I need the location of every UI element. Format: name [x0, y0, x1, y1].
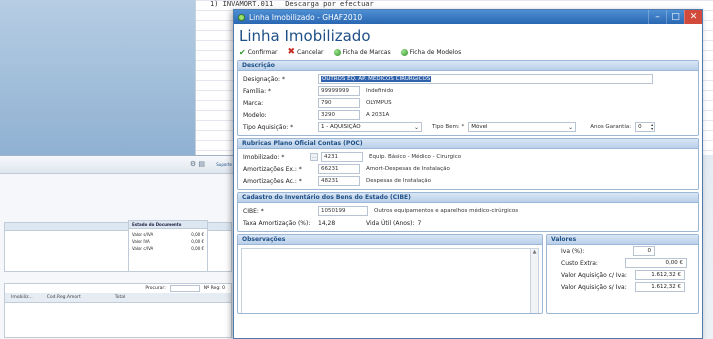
family-input[interactable]: 99999999: [318, 86, 360, 96]
value-without-vat-label: Valor Aquisição s/ Iva:: [561, 283, 627, 291]
background-status-row: Valor c/IVA 0,00 €: [132, 246, 204, 251]
notes-textarea[interactable]: ▲: [241, 248, 539, 313]
background-grid-bottom: Procurar: Nº Reg: 0 Imobiliz... Cod.Reg.…: [4, 283, 232, 338]
page-title: Linha Imobilizado: [239, 27, 371, 45]
depreciation-rate-value: 14,28: [318, 219, 336, 227]
amort-ex-label: Amortizações Ex.: *: [243, 165, 302, 173]
maximize-button[interactable]: □: [666, 10, 684, 24]
background-search-input[interactable]: [169, 285, 200, 292]
scroll-up-icon[interactable]: ▲: [531, 249, 538, 255]
value-with-vat-input[interactable]: 1.612,32 €: [635, 270, 685, 280]
acquisition-type-label: Tipo Aquisição: *: [243, 123, 294, 131]
extra-cost-input[interactable]: 0,00 €: [625, 258, 687, 268]
useful-life-label: Vida Útil (Anos):: [366, 219, 415, 227]
background-support-link[interactable]: Suporte: [216, 162, 232, 167]
background-search-extra: Nº Reg: 0: [203, 286, 225, 291]
background-col-3: Total: [114, 295, 126, 300]
amort-ac-input[interactable]: 48231: [318, 176, 360, 186]
background-toolbar-icons[interactable]: ⚙ ▤: [190, 160, 205, 168]
linha-imobilizado-dialog: Linha Imobilizado - GHAF2010 – □ ✕ Linha…: [233, 9, 703, 339]
brand-label: Marca:: [243, 99, 264, 107]
chevron-down-icon: ⌄: [568, 123, 574, 131]
background-grid-row[interactable]: 1) INVAMORT.011 Descarga por efectuar: [210, 0, 410, 8]
brand-description: OLYMPUS: [366, 100, 392, 106]
green-dot-icon: [400, 48, 408, 56]
cross-icon: ✖: [287, 47, 296, 57]
stepper-arrows-icon[interactable]: ▴ ▾: [651, 123, 653, 131]
background-status-row: Valor IVA 0,00 €: [132, 239, 204, 244]
amort-ac-label: Amortizações Ac.: *: [243, 177, 302, 185]
values-section: Valores Iva (%): 0 Custo Extra: 0,00 € V…: [546, 234, 699, 314]
minimize-button[interactable]: –: [648, 10, 666, 24]
background-status-row: Valor s/IVA 0,00 €: [132, 232, 204, 237]
cibe-section: Cadastro do Inventário dos Bens do Estad…: [237, 192, 699, 232]
notes-scrollbar[interactable]: ▲: [530, 249, 538, 313]
poc-section-title: Rubricas Plano Oficial Contas (POC): [238, 139, 698, 149]
value-with-vat-label: Valor Aquisição c/ Iva:: [561, 271, 627, 279]
fixed-asset-input[interactable]: 4231: [321, 152, 363, 162]
cancel-button[interactable]: ✖ Cancelar: [288, 47, 324, 57]
fixed-asset-description: Equip. Básico - Médico - Cirurgico: [369, 154, 462, 160]
cibe-input[interactable]: 1050199: [318, 206, 368, 216]
asset-type-label: Tipo Bem: *: [432, 124, 465, 130]
family-label: Família: *: [243, 87, 272, 95]
background-toolbar: ⚙ ▤ Suporte: [0, 156, 235, 174]
model-description: A 2031A: [366, 112, 390, 118]
acquisition-type-select[interactable]: 1 - AQUISIÇÃO ⌄: [318, 122, 422, 132]
vat-label: Iva (%):: [561, 247, 585, 255]
close-button[interactable]: ✕: [684, 10, 702, 24]
dialog-title: Linha Imobilizado - GHAF2010: [249, 12, 363, 22]
extra-cost-label: Custo Extra:: [561, 259, 598, 267]
designation-input[interactable]: OUTROS EQ. AP. MEDICOS CIRURGICOS: [318, 74, 653, 84]
vat-input[interactable]: 0: [633, 246, 655, 256]
background-grid-header: Imobiliz... Cod.Reg.Amort Total: [5, 293, 231, 303]
description-section-title: Descrição: [238, 61, 698, 71]
background-col-1: Imobiliz...: [11, 295, 33, 300]
lookup-icon[interactable]: …: [310, 153, 318, 161]
model-label: Modelo:: [243, 111, 267, 119]
background-row-desc: Descarga por efectuar: [285, 0, 374, 8]
notes-section: Observações ▲: [237, 234, 543, 314]
notes-section-title: Observações: [238, 235, 542, 245]
check-icon: ✔: [239, 47, 246, 57]
cibe-description: Outros equipamentos e aparelhos médico-c…: [374, 208, 519, 214]
background-document-status-title: Estado do Documento: [129, 221, 207, 229]
app-icon: [238, 13, 245, 21]
amort-ac-description: Despesas de Instalação: [366, 178, 431, 184]
family-description: Indefinido: [366, 88, 394, 94]
values-section-title: Valores: [547, 235, 698, 245]
designation-label: Designação: *: [243, 75, 285, 83]
amort-ex-description: Amort-Despesas de Instalação: [366, 166, 450, 172]
asset-type-select[interactable]: Móvel ⌄: [468, 122, 577, 132]
poc-section: Rubricas Plano Oficial Contas (POC) Imob…: [237, 138, 699, 190]
brand-input[interactable]: 790: [318, 98, 360, 108]
warranty-years-label: Anos Garantia:: [590, 124, 632, 130]
background-search-label: Procurar:: [145, 286, 166, 291]
chevron-down-icon: ⌄: [413, 123, 419, 131]
confirm-button[interactable]: ✔ Confirmar: [239, 48, 278, 57]
background-document-status-panel: Estado do Documento Valor s/IVA 0,00 € V…: [128, 220, 208, 272]
model-card-button[interactable]: Ficha de Modelos: [400, 48, 461, 56]
cibe-section-title: Cadastro do Inventário dos Bens do Estad…: [238, 193, 698, 203]
green-dot-icon: [333, 48, 341, 56]
model-input[interactable]: 3290: [318, 110, 360, 120]
brand-card-button[interactable]: Ficha de Marcas: [333, 48, 391, 56]
background-left-pane: [0, 0, 195, 155]
background-col-2: Cod.Reg.Amort: [46, 295, 81, 300]
warranty-years-stepper[interactable]: 0 ▴ ▾: [635, 122, 656, 132]
cibe-label: CIBE: *: [243, 207, 264, 215]
depreciation-rate-label: Taxa Amortização (%):: [243, 219, 311, 227]
action-toolbar: ✔ Confirmar ✖ Cancelar Ficha de Marcas F…: [234, 46, 702, 58]
useful-life-value: 7: [417, 219, 422, 227]
description-section: Descrição Designação: * OUTROS EQ. AP. M…: [237, 60, 699, 136]
fixed-asset-label: Imobilizado: *: [243, 153, 285, 161]
dialog-titlebar[interactable]: Linha Imobilizado - GHAF2010 – □ ✕: [234, 10, 702, 24]
background-row-code: 1) INVAMORT.011: [210, 0, 274, 8]
amort-ex-input[interactable]: 66231: [318, 164, 360, 174]
value-without-vat-input[interactable]: 1.612,32 €: [635, 282, 685, 292]
